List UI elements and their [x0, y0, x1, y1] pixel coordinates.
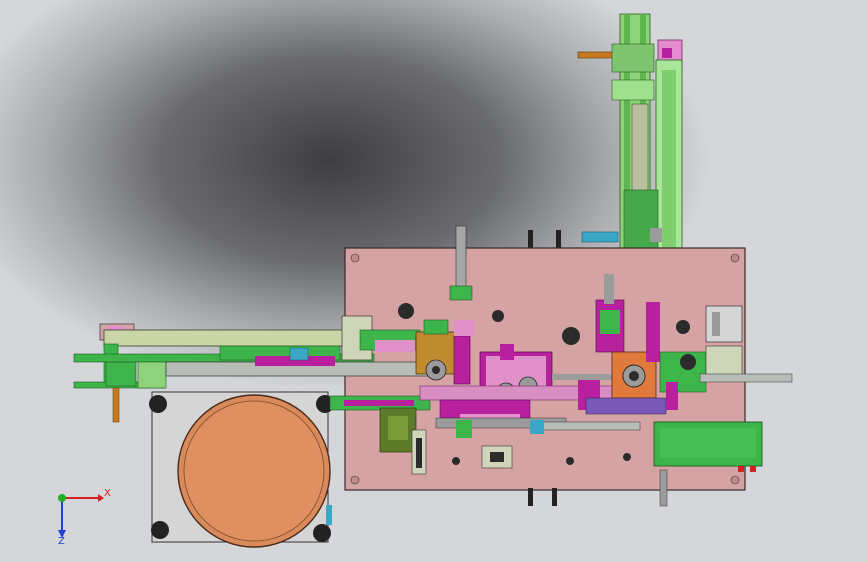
triad-z-label: Z	[58, 536, 65, 547]
coordinate-triad-icon: X Z	[58, 488, 111, 547]
copper-turntable[interactable]	[149, 391, 334, 548]
triad-x-label: X	[104, 488, 111, 499]
cad-viewport[interactable]: X Z	[0, 0, 867, 562]
assembly-model[interactable]: X Z	[0, 0, 867, 562]
